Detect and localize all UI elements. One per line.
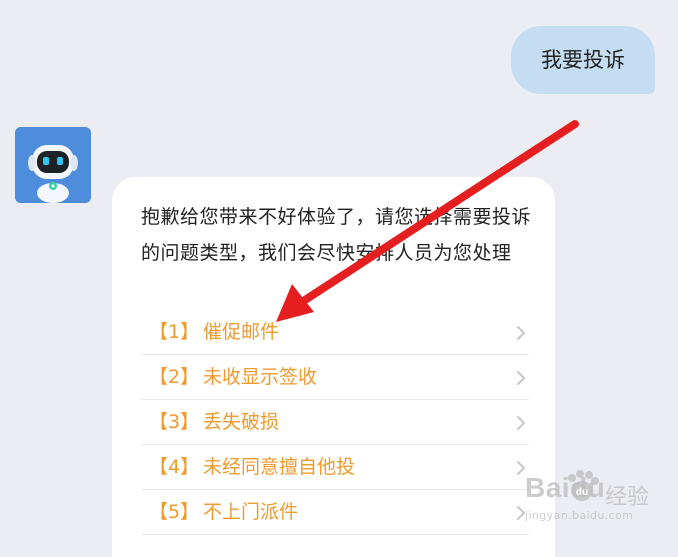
option-label: 催促邮件 — [203, 321, 280, 343]
complaint-option-2[interactable]: 【2】 未收显示签收 — [141, 355, 529, 400]
complaint-option-3[interactable]: 【3】 丢失破损 — [141, 400, 529, 445]
option-label: 不上门派件 — [203, 501, 299, 523]
user-message-bubble: 我要投诉 — [511, 26, 655, 94]
robot-icon — [15, 127, 91, 203]
option-number: 【4】 — [149, 456, 200, 478]
option-label: 未经同意擅自他投 — [203, 456, 356, 478]
option-label: 未收显示签收 — [203, 366, 318, 388]
complaint-option-5[interactable]: 【5】 不上门派件 — [141, 490, 529, 535]
chevron-right-icon — [517, 326, 525, 340]
option-label: 丢失破损 — [203, 411, 280, 433]
option-number: 【2】 — [149, 366, 200, 388]
svg-text:du: du — [576, 487, 588, 498]
complaint-option-1[interactable]: 【1】 催促邮件 — [141, 310, 529, 355]
complaint-options: 【1】 催促邮件 【2】 未收显示签收 【3】 丢失破损 【4】 未经同意擅自他… — [141, 310, 529, 535]
complaint-option-4[interactable]: 【4】 未经同意擅自他投 — [141, 445, 529, 490]
chevron-right-icon — [517, 371, 525, 385]
watermark-subtitle: 经验 — [605, 485, 650, 510]
bot-message-text: 抱歉给您带来不好体验了，请您选择需要投诉的问题类型，我们会尽快安排人员为您处理 — [141, 206, 532, 264]
bot-avatar — [15, 127, 91, 203]
chevron-right-icon — [517, 461, 525, 475]
chevron-right-icon — [517, 506, 525, 520]
user-message-text: 我要投诉 — [541, 48, 625, 72]
option-number: 【1】 — [149, 321, 200, 343]
paw-icon: du — [568, 470, 599, 501]
option-number: 【3】 — [149, 411, 200, 433]
bot-message-bubble: 抱歉给您带来不好体验了，请您选择需要投诉的问题类型，我们会尽快安排人员为您处理 … — [112, 177, 555, 557]
option-number: 【5】 — [149, 501, 200, 523]
chevron-right-icon — [517, 416, 525, 430]
